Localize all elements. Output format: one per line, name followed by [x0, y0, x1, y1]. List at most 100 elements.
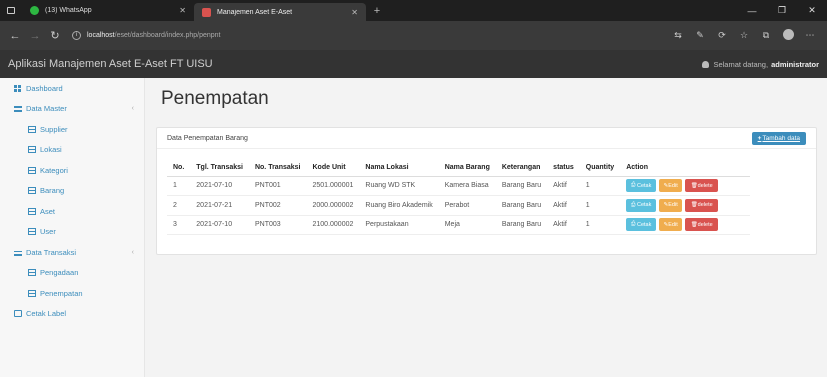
delete-label: delete — [697, 221, 713, 228]
more-icon[interactable]: ⋯ — [799, 30, 821, 41]
profile-slot — [777, 29, 799, 42]
cell-no: 2 — [167, 195, 191, 216]
sidebar-item-label: Cetak Label — [26, 309, 67, 319]
sidebar-item-label: Data Transaksi — [26, 247, 77, 257]
table-icon — [28, 269, 36, 277]
cell-actions: ⎙ Cetak ✎ Edit 🗑 delete — [620, 195, 751, 216]
cell-status: Aktif — [547, 215, 580, 235]
sidebar-item-supplier[interactable]: Supplier — [0, 119, 144, 140]
sidebar-item-label: Data Master — [26, 104, 67, 114]
edit-button[interactable]: ✎ Edit — [659, 198, 683, 212]
site-info-icon[interactable]: i — [72, 31, 81, 40]
tab-actions-icon[interactable] — [0, 0, 22, 21]
cell-no: 1 — [167, 176, 191, 196]
sidebar-item-dashboard[interactable]: Dashboard — [0, 78, 144, 99]
edit-label: Edit — [668, 202, 678, 209]
edit-button[interactable]: ✎ Edit — [659, 218, 683, 232]
bank-icon — [14, 248, 22, 256]
refresh-icon[interactable]: ⟳ — [711, 30, 733, 41]
main-content: Penempatan Data Penempatan Barang +Tamba… — [146, 78, 827, 377]
address-bar[interactable]: i localhost /eset/dashboard/index.php/pe… — [72, 26, 667, 46]
sidebar-item-kategori[interactable]: Kategori — [0, 160, 144, 181]
sidebar-item-lokasi[interactable]: Lokasi — [0, 140, 144, 161]
delete-button[interactable]: 🗑 delete — [685, 179, 719, 193]
cell-trx-no: PNT001 — [248, 176, 307, 196]
translate-icon[interactable]: ⇆ — [667, 30, 689, 41]
sidebar-item-penempatan[interactable]: Penempatan — [0, 283, 144, 304]
delete-button[interactable]: 🗑 delete — [685, 198, 719, 212]
browser-tab-strip: (13) WhatsApp ✕ Manajemen Aset E-Aset ✕ … — [0, 0, 827, 21]
edit-button[interactable]: ✎ Edit — [659, 179, 683, 193]
cell-item: Meja — [438, 215, 496, 235]
sidebar-item-label: Pengadaan — [40, 268, 79, 278]
sidebar-item-data-transaksi[interactable]: Data Transaksi ‹ — [0, 242, 144, 263]
favorites-icon[interactable]: ☆ — [733, 30, 755, 41]
cell-trx-no: PNT003 — [248, 215, 307, 235]
column-header: Quantity — [579, 160, 621, 177]
plus-icon: + — [757, 134, 762, 142]
cell-actions: ⎙ Cetak ✎ Edit 🗑 delete — [620, 215, 751, 235]
column-header: status — [547, 160, 580, 177]
profile-avatar-icon[interactable] — [782, 29, 794, 40]
sidebar-item-aset[interactable]: Aset — [0, 201, 144, 222]
sidebar-item-cetak-label[interactable]: Cetak Label — [0, 304, 144, 325]
cetak-button[interactable]: ⎙ Cetak — [626, 198, 657, 212]
column-header: Keterangan — [495, 160, 548, 177]
cell-item: Perabot — [438, 195, 496, 216]
sidebar-item-barang[interactable]: Barang — [0, 181, 144, 202]
cell-item: Kamera Biasa — [438, 176, 496, 196]
close-window-icon[interactable]: ✕ — [797, 5, 827, 16]
sidebar-item-label: Lokasi — [40, 145, 62, 155]
browser-actions: ⇆ ✎ ⟳ ☆ ⧉ ⋯ — [667, 29, 821, 42]
table-row: 1 2021-07-10 PNT001 2501.000001 Ruang WD… — [167, 176, 751, 196]
table-icon — [28, 207, 36, 215]
user-greeting[interactable]: Selamat datang, administrator — [702, 60, 819, 69]
cetak-button[interactable]: ⎙ Cetak — [626, 218, 657, 232]
add-data-button[interactable]: +Tambah data — [751, 131, 806, 145]
cell-location: Ruang Biro Akademik — [359, 195, 439, 216]
browser-tab-easet[interactable]: Manajemen Aset E-Aset ✕ — [194, 3, 366, 21]
cell-no: 3 — [167, 215, 191, 235]
sidebar-item-label: Aset — [40, 206, 56, 216]
table-row: 3 2021-07-10 PNT003 2100.000002 Perpusta… — [167, 215, 751, 235]
cetak-label: Cetak — [636, 221, 652, 228]
tab-title: Manajemen Aset E-Aset — [217, 8, 293, 16]
new-tab-button[interactable]: + — [366, 0, 388, 21]
panel-title: Data Penempatan Barang — [167, 134, 248, 142]
app-title: Aplikasi Manajemen Aset E-Aset FT UISU — [8, 58, 213, 70]
url-host: localhost — [87, 32, 115, 39]
cell-unit-code: 2100.000002 — [306, 215, 360, 235]
cell-note: Barang Baru — [495, 215, 548, 235]
close-tab-icon[interactable]: ✕ — [351, 8, 358, 17]
cetak-button[interactable]: ⎙ Cetak — [626, 179, 657, 193]
reload-icon[interactable]: ↻ — [46, 29, 64, 42]
sidebar-item-pengadaan[interactable]: Pengadaan — [0, 263, 144, 284]
sidebar-item-user[interactable]: User — [0, 222, 144, 243]
collections-icon[interactable]: ⧉ — [755, 30, 777, 41]
browser-tab-whatsapp[interactable]: (13) WhatsApp ✕ — [22, 0, 194, 21]
sidebar-item-data-master[interactable]: Data Master ‹ — [0, 99, 144, 120]
window-controls: — ❐ ✕ — [737, 0, 827, 21]
table-header-row: No. Tgl. Transaksi No. Transaksi Kode Un… — [167, 160, 751, 177]
cell-status: Aktif — [547, 195, 580, 216]
sidebar-item-label: Barang — [40, 186, 65, 196]
data-panel: Data Penempatan Barang +Tambah data No. … — [156, 127, 817, 255]
cell-date: 2021-07-10 — [190, 176, 249, 196]
column-header: No. — [167, 160, 191, 177]
cell-note: Barang Baru — [495, 176, 548, 196]
cell-actions: ⎙ Cetak ✎ Edit 🗑 delete — [620, 176, 751, 196]
cetak-label: Cetak — [636, 182, 652, 189]
printer-icon — [14, 310, 22, 318]
close-tab-icon[interactable]: ✕ — [179, 6, 186, 15]
delete-button[interactable]: 🗑 delete — [685, 218, 719, 232]
column-header: Kode Unit — [306, 160, 360, 177]
sidebar-item-label: Kategori — [40, 165, 68, 175]
minimize-icon[interactable]: — — [737, 6, 767, 16]
back-icon[interactable]: ← — [6, 30, 24, 42]
user-icon — [702, 60, 710, 68]
add-data-label: Tambah data — [762, 134, 800, 142]
dashboard-icon — [14, 84, 22, 92]
maximize-icon[interactable]: ❐ — [767, 5, 797, 16]
extension-icon[interactable]: ✎ — [689, 30, 711, 41]
forward-icon[interactable]: → — [26, 30, 44, 42]
